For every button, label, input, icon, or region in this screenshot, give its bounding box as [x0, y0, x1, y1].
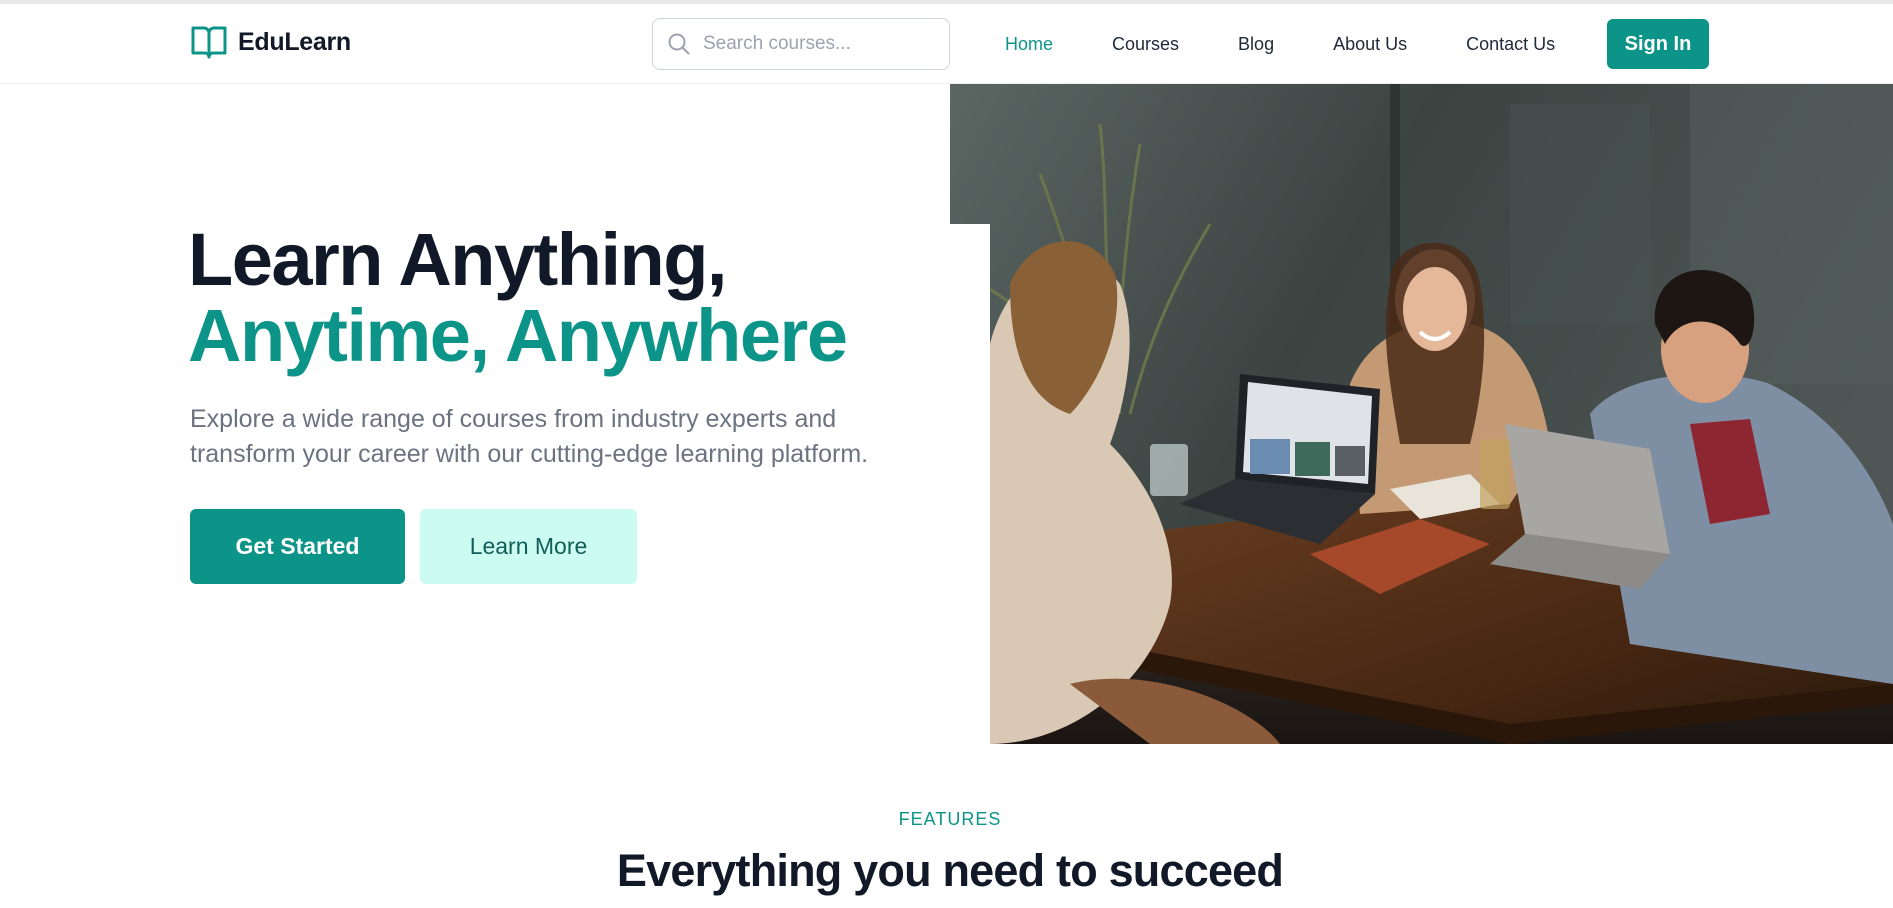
hero-image: [950, 84, 1893, 744]
hero-title-line-2: Anytime, Anywhere: [188, 294, 848, 377]
brand-name: EduLearn: [238, 27, 351, 56]
hero-description: Explore a wide range of courses from ind…: [190, 405, 869, 468]
nav-link-blog[interactable]: Blog: [1238, 34, 1274, 55]
hero-title-line-1: Learn Anything,: [188, 218, 727, 301]
hero-photo: [950, 84, 1893, 744]
nav-link-about-us[interactable]: About Us: [1333, 34, 1407, 55]
get-started-button[interactable]: Get Started: [190, 509, 405, 584]
brand-logo[interactable]: EduLearn: [190, 24, 351, 60]
open-book-icon: [191, 26, 227, 59]
search-input[interactable]: [703, 33, 923, 55]
search-icon: [668, 33, 690, 55]
nav-link-courses[interactable]: Courses: [1112, 34, 1179, 55]
learn-more-button[interactable]: Learn More: [420, 509, 637, 584]
nav-link-contact-us[interactable]: Contact Us: [1466, 34, 1555, 55]
search-box[interactable]: [652, 18, 950, 70]
features-label: FEATURES: [898, 809, 1002, 829]
features-title: Everything you need to succeed: [616, 845, 1284, 896]
nav-link-home[interactable]: Home: [1005, 34, 1053, 55]
navbar: EduLearn Home Courses Blog About Us Cont…: [0, 4, 1893, 84]
hero-title: Learn Anything, Anytime, Anywhere: [188, 218, 848, 377]
sign-in-button[interactable]: Sign In: [1607, 19, 1709, 69]
main-nav: Home Courses Blog About Us Contact Us: [1005, 34, 1555, 55]
